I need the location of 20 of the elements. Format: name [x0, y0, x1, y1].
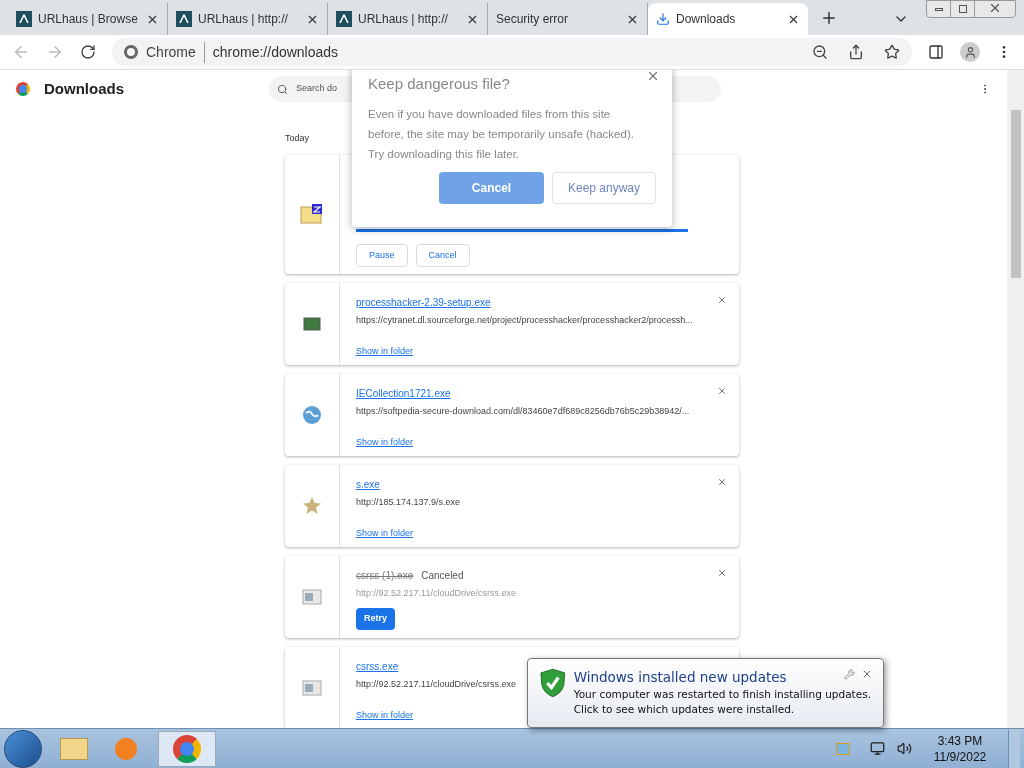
dialog-message: Even if you have downloaded files from this site before, the site may be temporarily unsafe (hacked). Try downloading this file later. — [368, 106, 635, 162]
tab-title: Security error — [496, 11, 570, 28]
tab-title: URLhaus | http:// — [198, 11, 289, 28]
tab-title: URLhaus | Browse — [38, 11, 139, 28]
section-heading: Today — [285, 132, 310, 145]
tab-title: Downloads — [676, 11, 737, 28]
source-url: http://92.52.217.11/cloudDrive/csrss.exe — [356, 677, 516, 691]
source-url: http://92.52.217.11/cloudDrive/csrss.exe — [356, 586, 516, 600]
source-url: http://185.174.137.9/s.exe — [356, 495, 461, 509]
source-url: https://cytranet.dl.sourceforge.net/project/processhacker/processhacker2/processh... — [356, 313, 693, 327]
notification-text: Your computer was restarted to finish installing updates. — [573, 687, 871, 703]
notification-title: Windows installed new updates — [573, 668, 787, 687]
url-text: chrome://downloads — [212, 42, 339, 62]
page-title: Downloads — [44, 78, 125, 99]
tab-title: URLhaus | http:// — [358, 11, 449, 28]
source-url: https://softpedia-secure-download.com/dl/83460e7df689c8256db76b5c29b38942/... — [356, 404, 690, 418]
site-label: Chrome — [146, 41, 205, 63]
dialog-title: Keep dangerous file? — [368, 74, 510, 94]
notification-text: Click to see which updates were installed. — [573, 702, 795, 718]
status-text: Canceled — [421, 568, 464, 583]
